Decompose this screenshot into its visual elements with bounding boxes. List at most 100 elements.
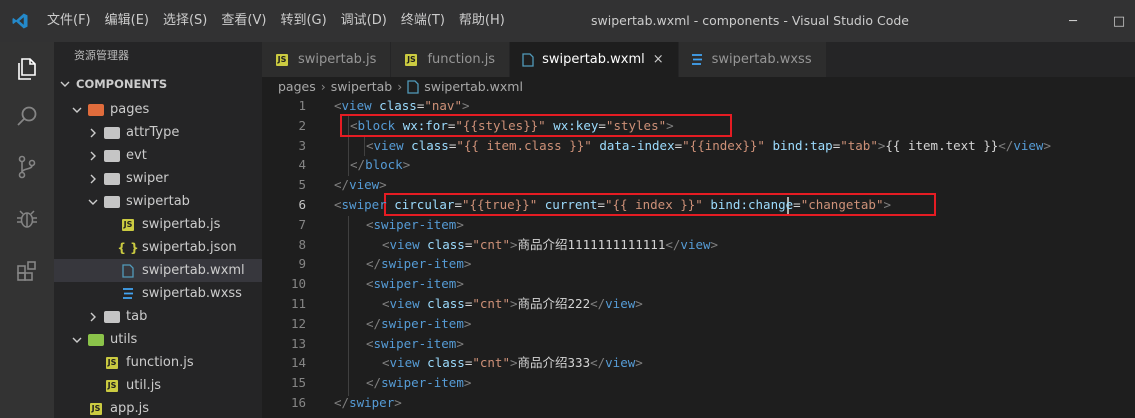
wxml-file-icon [522,52,534,67]
code-token: > [635,296,643,311]
tree-item[interactable]: attrType [54,121,262,144]
code-token: "cnt" [472,236,510,252]
code-token: < [382,355,390,371]
extensions-icon[interactable] [0,244,54,298]
code-token: "nav" [424,98,462,113]
source-control-icon[interactable] [0,140,54,194]
tree-item-label: swipertab [126,194,190,209]
workspace-section-header[interactable]: COMPONENTS [54,70,262,98]
code-token: = [674,137,683,153]
js-file-icon: JS [276,53,288,66]
tab-swipertab-wxss[interactable]: swipertab.wxss [678,42,827,77]
menu-file[interactable]: 文件(F) [40,0,98,42]
code-token: < [334,197,342,212]
code-token: > [509,236,518,252]
breadcrumb-pages[interactable]: pages [278,79,316,94]
editor-tab-bar: JS swipertab.js JS function.js swipertab.wxm… [262,42,1135,77]
line-number: 3 [298,137,306,153]
line-number: 5 [298,177,306,193]
tree-item-label: evt [126,148,147,163]
tab-swipertab-wxml[interactable]: swipertab.wxml × [510,42,679,77]
restore-button[interactable]: □ [1096,0,1135,42]
code-token: "cnt" [472,355,510,371]
code-line: 5 </view> [262,175,1135,195]
breadcrumb-separator: › [320,79,326,94]
tree-item[interactable]: JS swipertab.js [54,213,262,236]
code-token: > [463,315,472,331]
js-file-icon: JS [405,53,418,66]
breadcrumb-file[interactable]: swipertab.wxml [424,79,523,94]
chevron-down-icon [58,77,72,91]
wxss-file-icon [691,53,704,66]
code-token: </ [366,315,382,331]
menu-help[interactable]: 帮助(H) [452,0,512,42]
files-icon[interactable] [0,42,54,96]
tree-item[interactable]: utils [54,328,262,351]
code-token: < [366,335,374,351]
code-text: </swiper-item> [366,373,471,393]
code-token: > [461,98,470,113]
line-number: 8 [298,236,306,252]
code-text: <view class="{{ item.class }}" data-inde… [366,136,1051,156]
tree-item[interactable]: swipertab [54,190,262,213]
code-line: 2 <block wx:for="{{styles}}" wx:key="styl… [262,116,1135,136]
breadcrumb-file-icon [407,79,419,94]
tab-label: swipertab.wxml [542,52,645,67]
menu-debug[interactable]: 调试(D) [334,0,394,42]
tab-function-js[interactable]: JS function.js [391,42,511,77]
code-token: < [366,216,374,232]
menu-bar: 文件(F) 编辑(E) 选择(S) 查看(V) 转到(G) 调试(D) 终端(T… [40,0,512,42]
code-token: </ [998,137,1014,153]
code-token: block [365,157,403,173]
code-line: 8 <view class="cnt">商品介绍1111111111111</vi… [262,235,1135,255]
code-text: <swiper-item> [366,334,464,354]
code-text: <swiper-item> [366,215,464,235]
line-number: 7 [298,216,306,232]
tree-item[interactable]: evt [54,144,262,167]
code-editor[interactable]: 1 <view class="nav"> 2 <block wx:for="{{sty… [262,96,1135,418]
tree-item[interactable]: swipertab.wxml [54,259,262,282]
line-number: 11 [290,296,306,311]
chevron-right-icon [86,126,100,140]
debug-icon[interactable] [0,192,54,246]
tree-item[interactable]: tab [54,305,262,328]
code-token: swiper-item [381,315,464,331]
tab-swipertab-js[interactable]: JS swipertab.js [262,42,392,77]
tree-item[interactable]: swiper [54,167,262,190]
menu-edit[interactable]: 编辑(E) [98,0,156,42]
code-token: "styles" [605,117,667,133]
code-token: </ [366,375,382,391]
tree-item[interactable]: swipertab.wxss [54,282,262,305]
code-text: <swiper circular="{{true}}" current="{{ … [334,195,891,215]
code-token: > [456,276,464,292]
line-number: 9 [298,256,306,272]
code-token: > [666,117,674,133]
breadcrumb-separator: › [397,79,403,94]
tree-item[interactable]: { } swipertab.json [54,236,262,259]
menu-view[interactable]: 查看(V) [214,0,273,42]
tree-item[interactable]: JS util.js [54,374,262,397]
close-icon[interactable]: × [653,52,664,67]
code-text: </swiper> [334,393,402,413]
vscode-logo-icon [0,0,40,42]
code-token: "changetab" [800,197,884,212]
tree-item[interactable]: pages [54,98,262,121]
code-line: 4 </block> [262,155,1135,175]
tree-item[interactable]: JS app.js [54,397,262,418]
folder-icon [104,310,120,323]
code-line: 7 <swiper-item> [262,215,1135,235]
code-token: </ [334,395,350,410]
menu-go[interactable]: 转到(G) [273,0,333,42]
folder-icon [104,172,120,185]
minimize-button[interactable]: ─ [1050,0,1096,42]
menu-terminal[interactable]: 终端(T) [394,0,452,42]
tree-item[interactable]: JS function.js [54,351,262,374]
tree-item-label: swiper [126,171,169,186]
menu-selection[interactable]: 选择(S) [156,0,214,42]
code-line: 16 </swiper> [262,393,1135,413]
code-token: view [680,236,711,252]
code-token: view [389,296,420,311]
code-token: swiper-item [373,276,457,292]
breadcrumb-swipertab[interactable]: swipertab [331,79,392,94]
search-icon[interactable] [0,90,54,144]
